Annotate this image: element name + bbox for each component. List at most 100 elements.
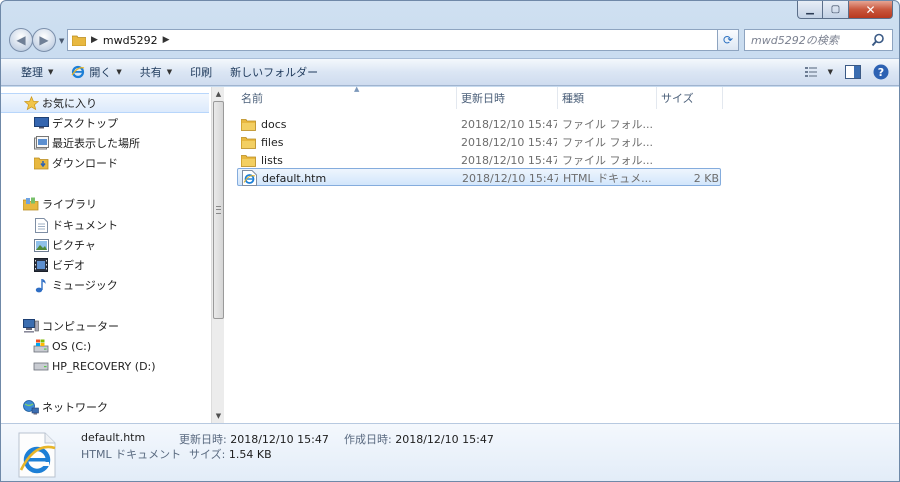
file-type: ファイル フォル... — [562, 118, 653, 131]
share-button[interactable]: 共有 ▼ — [131, 59, 181, 85]
music-icon — [33, 277, 49, 293]
nav-label: お気に入り — [42, 97, 97, 110]
nav-label: ライブラリ — [42, 198, 97, 211]
help-icon: ? — [873, 64, 889, 80]
nav-videos[interactable]: ビデオ — [1, 255, 209, 275]
details-size-value: 1.54 KB — [228, 448, 272, 461]
column-header-label: 名前 — [241, 92, 263, 105]
open-label: 開く — [89, 66, 112, 79]
scroll-down-icon[interactable]: ▼ — [212, 409, 225, 422]
nav-computer[interactable]: コンピューター — [1, 316, 209, 336]
open-button[interactable]: 開く ▼ — [62, 59, 130, 85]
maximize-button[interactable]: ▢ — [823, 1, 849, 19]
organize-label: 整理 — [21, 66, 43, 79]
file-size — [662, 115, 718, 133]
help-button[interactable]: ? — [873, 64, 889, 80]
preview-pane-icon — [845, 65, 861, 79]
file-row[interactable]: lists 2018/12/10 15:47 ファイル フォル... — [237, 151, 721, 169]
back-button[interactable]: ◀ — [9, 28, 33, 52]
recent-places-icon — [33, 135, 49, 151]
column-header-label: 種類 — [562, 92, 584, 105]
file-date: 2018/12/10 15:47 — [461, 135, 557, 149]
scroll-up-icon[interactable]: ▲ — [212, 87, 225, 100]
address-bar[interactable]: ▶ mwd5292 ▶ ▼ — [67, 29, 739, 51]
file-name-cell: default.htm — [242, 169, 456, 187]
navigation-bar: ◀ ▶ ▼ ▶ mwd5292 ▶ ▼ ⟳ — [1, 28, 899, 56]
file-row-selected[interactable]: default.htm 2018/12/10 15:47 HTML ドキュメ..… — [237, 168, 721, 186]
column-header-type[interactable]: 種類 — [558, 87, 657, 109]
nav-recent-places[interactable]: 最近表示した場所 — [1, 133, 209, 153]
column-header-name[interactable]: ▲ 名前 — [237, 85, 457, 109]
file-name-cell: docs — [241, 115, 455, 133]
file-row[interactable]: docs 2018/12/10 15:47 ファイル フォル... — [237, 115, 721, 133]
nav-desktop[interactable]: デスクトップ — [1, 113, 209, 133]
nav-label: ミュージック — [52, 279, 118, 292]
network-icon — [23, 399, 39, 415]
minimize-button[interactable]: ▁ — [797, 1, 823, 19]
folder-icon — [72, 35, 86, 46]
folder-icon — [241, 116, 257, 132]
close-icon: ✕ — [865, 2, 876, 17]
forward-arrow-icon: ▶ — [39, 33, 49, 47]
nav-libraries[interactable]: ライブラリ — [1, 194, 209, 214]
view-controls: ▼ ? — [804, 64, 899, 80]
details-modified: 更新日時: 2018/12/10 15:47 — [179, 431, 329, 447]
new-folder-button[interactable]: 新しいフォルダー — [221, 59, 327, 85]
system-drive-icon — [33, 338, 49, 354]
hard-drive-icon — [33, 358, 49, 374]
file-name-cell: lists — [241, 151, 455, 169]
search-input[interactable] — [745, 31, 871, 49]
details-size: サイズ: 1.54 KB — [189, 446, 272, 462]
details-view-icon — [804, 67, 817, 77]
details-pane: default.htm HTML ドキュメント 更新日時: 2018/12/10… — [1, 423, 899, 481]
column-header-label: サイズ — [661, 92, 694, 105]
column-headers: ▲ 名前 更新日時 種類 サイズ — [225, 85, 895, 109]
file-size — [662, 133, 718, 151]
nav-pane-scrollbar[interactable]: ▲ ▼ — [211, 87, 224, 423]
sort-ascending-icon: ▲ — [354, 85, 360, 93]
change-view-button[interactable]: ▼ — [804, 66, 833, 78]
scrollbar-thumb[interactable] — [213, 101, 224, 319]
nav-documents[interactable]: ドキュメント — [1, 215, 209, 235]
picture-icon — [33, 237, 49, 253]
nav-network[interactable]: ネットワーク — [1, 397, 209, 417]
nav-pictures[interactable]: ピクチャ — [1, 235, 209, 255]
preview-pane-button[interactable] — [845, 65, 861, 79]
window-controls: ▁ ▢ ✕ — [797, 1, 893, 19]
file-name-cell: files — [241, 133, 455, 151]
details-created-label: 作成日時: — [344, 433, 392, 446]
forward-button[interactable]: ▶ — [32, 28, 56, 52]
column-header-date[interactable]: 更新日時 — [457, 87, 558, 109]
close-button[interactable]: ✕ — [849, 1, 893, 19]
breadcrumb-arrow-icon[interactable]: ▶ — [91, 35, 98, 45]
nav-downloads[interactable]: ダウンロード — [1, 153, 209, 173]
organize-button[interactable]: 整理 ▼ — [1, 59, 62, 85]
details-modified-value: 2018/12/10 15:47 — [230, 433, 329, 446]
details-filename: default.htm — [81, 431, 146, 444]
nav-favorites[interactable]: お気に入り — [1, 93, 209, 113]
search-icon[interactable] — [871, 33, 885, 47]
file-row[interactable]: files 2018/12/10 15:47 ファイル フォル... — [237, 133, 721, 151]
refresh-icon: ⟳ — [722, 33, 734, 47]
nav-label: ネットワーク — [42, 401, 108, 414]
back-arrow-icon: ◀ — [16, 33, 26, 47]
content-area: お気に入り デスクトップ 最近表示した場所 ダウンロード ライブラリ ドキュメン… — [1, 85, 899, 423]
nav-drive-d[interactable]: HP_RECOVERY (D:) — [1, 356, 209, 376]
nav-music[interactable]: ミュージック — [1, 275, 209, 295]
breadcrumb-folder[interactable]: mwd5292 — [103, 34, 158, 47]
column-header-label: 更新日時 — [461, 92, 505, 105]
libraries-icon — [23, 196, 39, 212]
refresh-button[interactable]: ⟳ — [717, 29, 739, 51]
nav-label: ダウンロード — [52, 157, 118, 170]
nav-drive-c[interactable]: OS (C:) — [1, 336, 209, 356]
file-name: files — [261, 135, 284, 149]
nav-label: 最近表示した場所 — [52, 137, 140, 150]
star-icon — [23, 95, 39, 111]
recent-pages-dropdown-icon[interactable]: ▼ — [59, 37, 64, 45]
column-header-size[interactable]: サイズ — [657, 87, 723, 109]
folder-icon — [241, 134, 257, 150]
details-created: 作成日時: 2018/12/10 15:47 — [344, 431, 494, 447]
print-button[interactable]: 印刷 — [181, 59, 221, 85]
navigation-pane: お気に入り デスクトップ 最近表示した場所 ダウンロード ライブラリ ドキュメン… — [1, 87, 211, 423]
breadcrumb-arrow-icon[interactable]: ▶ — [163, 35, 170, 45]
